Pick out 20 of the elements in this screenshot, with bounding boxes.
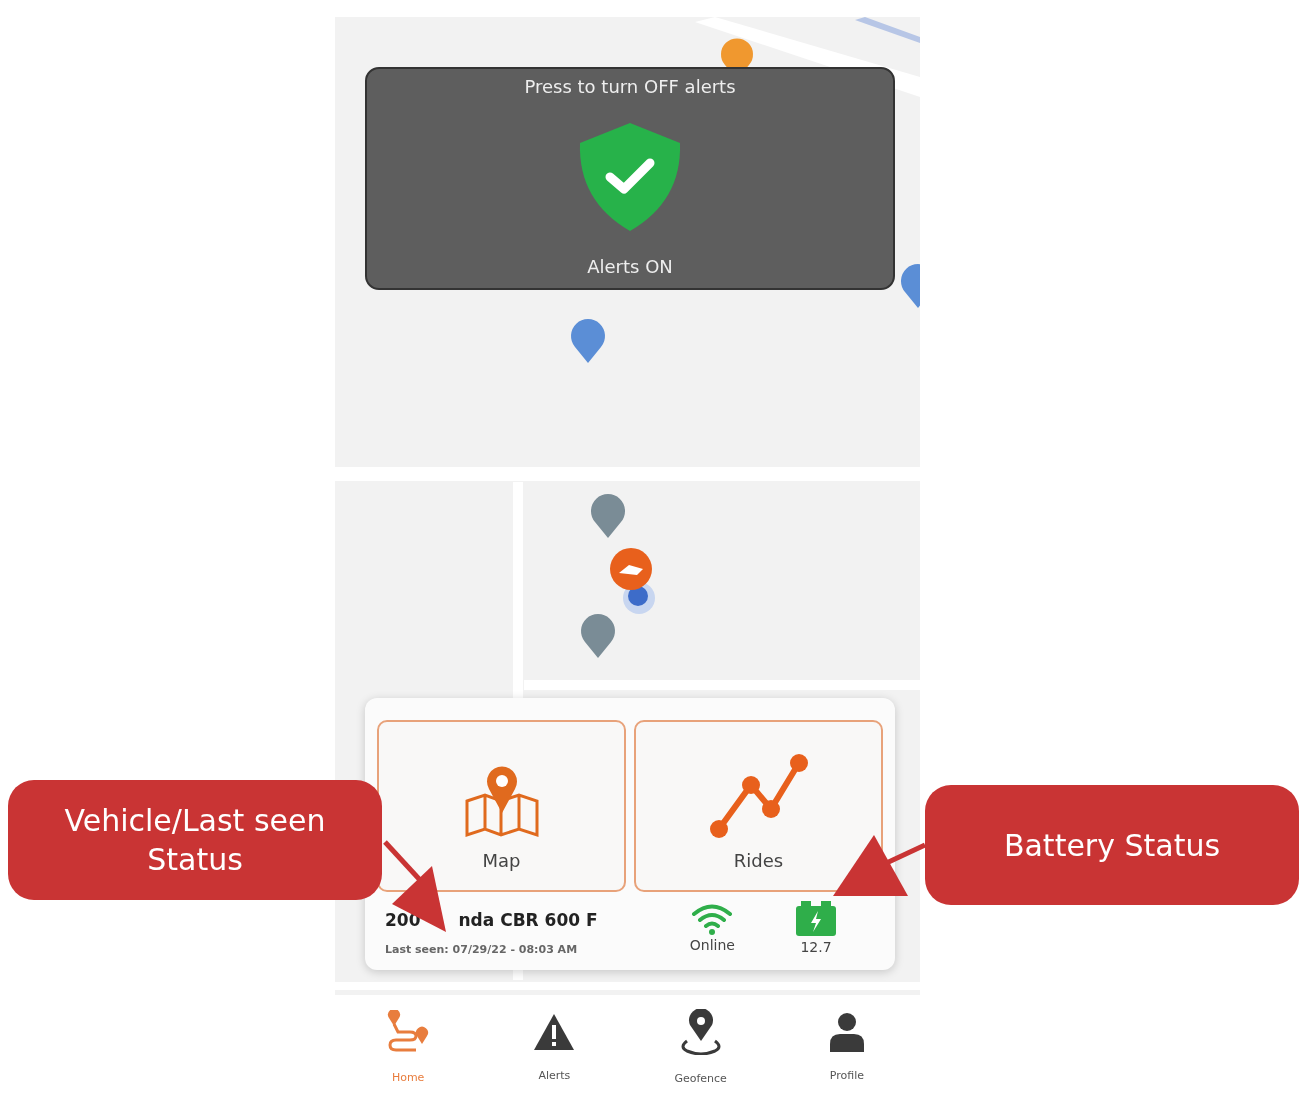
warning-icon xyxy=(532,1012,577,1053)
person-icon xyxy=(827,1012,866,1053)
alert-toggle-prompt: Press to turn OFF alerts xyxy=(524,75,736,99)
line-chart-icon xyxy=(708,753,809,839)
map-button[interactable]: Map xyxy=(377,720,626,892)
nav-tab[interactable]: Alerts xyxy=(499,1011,610,1086)
last-seen-text: Last seen: 07/29/22 - 08:03 AM xyxy=(385,941,579,958)
battery-icon xyxy=(795,900,837,937)
callout-label: Vehicle/Last seen Status xyxy=(8,780,382,900)
nav-tab[interactable]: Profile xyxy=(791,1011,902,1086)
nav-tab[interactable]: Geofence xyxy=(645,1008,756,1089)
motorcycle-marker-icon[interactable] xyxy=(610,548,652,590)
callout-label: Battery Status xyxy=(925,785,1299,905)
vehicle-name: nda CBR 600 F xyxy=(458,909,598,932)
connection-status: Online xyxy=(689,935,735,955)
route-icon xyxy=(386,1010,431,1055)
alert-status: Alerts ON xyxy=(587,255,673,279)
battery-voltage: 12.7 xyxy=(800,937,832,957)
alerts-overlay[interactable]: Press to turn OFF alerts Alerts ON xyxy=(365,67,895,290)
rides-button[interactable]: Rides xyxy=(634,720,883,892)
